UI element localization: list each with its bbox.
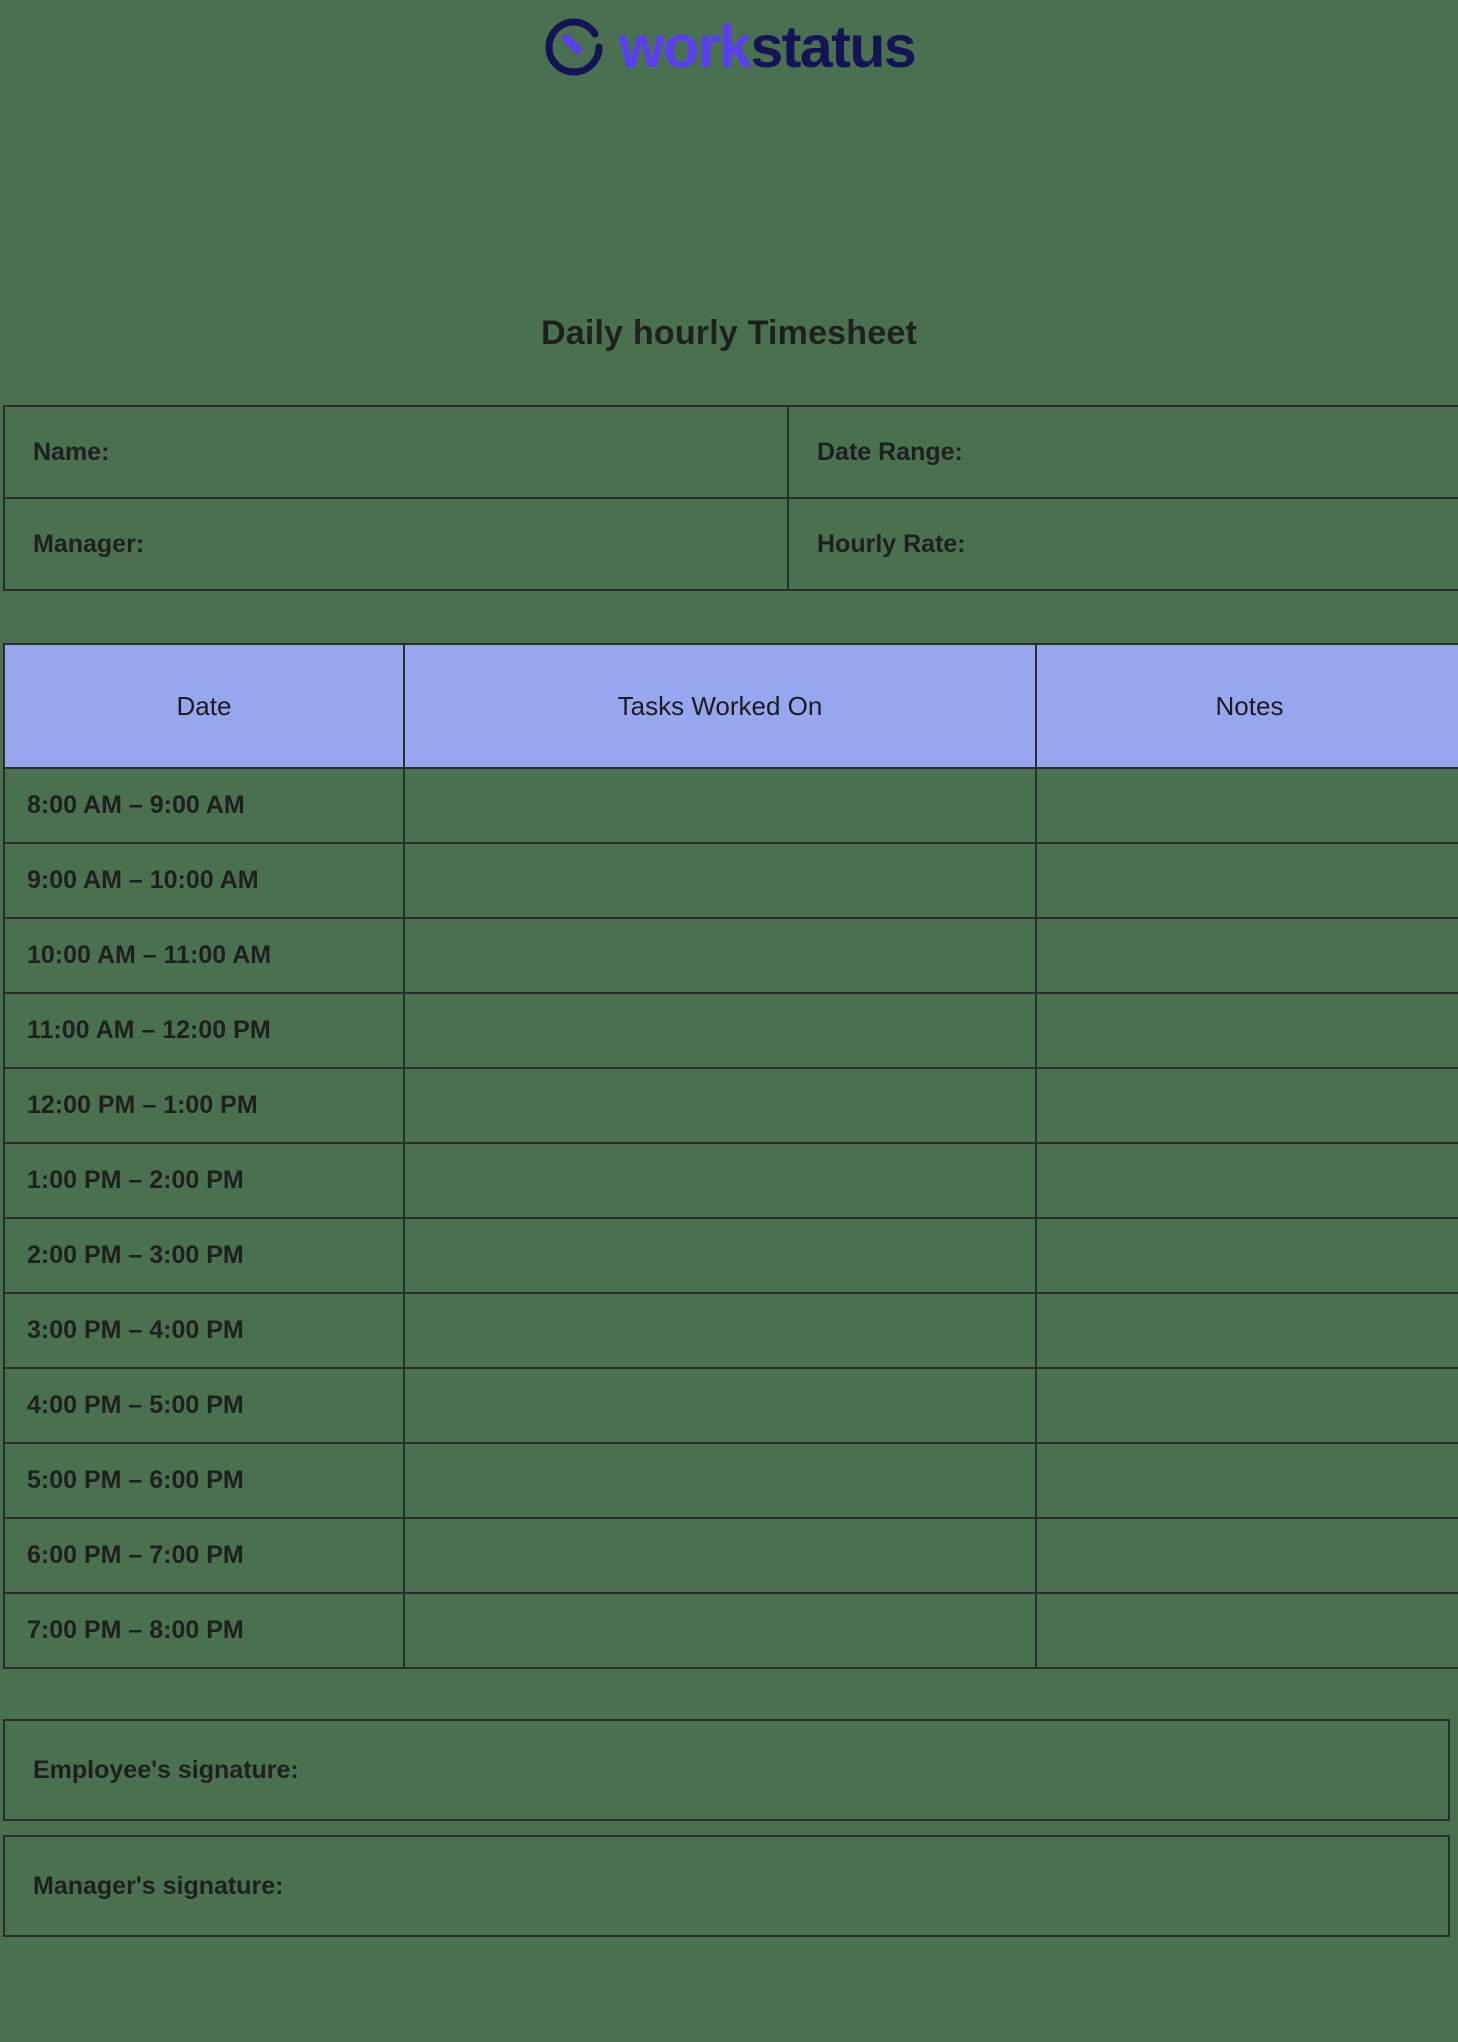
clock-icon — [543, 16, 605, 78]
manager-field-label[interactable]: Manager: — [3, 497, 789, 591]
cell-date: 12:00 PM – 1:00 PM — [3, 1067, 405, 1144]
brand-word-status: status — [750, 13, 916, 80]
cell-tasks[interactable] — [403, 992, 1037, 1069]
info-row-manager: Manager: Hourly Rate: — [3, 497, 1458, 591]
employee-info-table: Name: Date Range: Manager: Hourly Rate: — [3, 405, 1458, 591]
cell-notes[interactable] — [1035, 1142, 1458, 1219]
cell-tasks[interactable] — [403, 1067, 1037, 1144]
table-row: 6:00 PM – 7:00 PM — [3, 1517, 1458, 1594]
column-header-date: Date — [3, 643, 405, 769]
table-row: 5:00 PM – 6:00 PM — [3, 1442, 1458, 1519]
cell-notes[interactable] — [1035, 1517, 1458, 1594]
signature-spacer — [0, 1821, 1458, 1835]
column-header-notes: Notes — [1035, 643, 1458, 769]
cell-notes[interactable] — [1035, 992, 1458, 1069]
cell-tasks[interactable] — [403, 917, 1037, 994]
brand-wordmark: workstatus — [619, 17, 917, 77]
info-row-name: Name: Date Range: — [3, 405, 1458, 499]
cell-notes[interactable] — [1035, 917, 1458, 994]
cell-tasks[interactable] — [403, 1517, 1037, 1594]
table-row: 1:00 PM – 2:00 PM — [3, 1142, 1458, 1219]
employee-signature-table: Employee's signature: — [3, 1719, 1450, 1821]
cell-date: 6:00 PM – 7:00 PM — [3, 1517, 405, 1594]
cell-notes[interactable] — [1035, 1067, 1458, 1144]
cell-date: 5:00 PM – 6:00 PM — [3, 1442, 405, 1519]
cell-tasks[interactable] — [403, 1442, 1037, 1519]
signature-row-manager: Manager's signature: — [3, 1835, 1450, 1937]
cell-notes[interactable] — [1035, 1442, 1458, 1519]
cell-date: 4:00 PM – 5:00 PM — [3, 1367, 405, 1444]
cell-notes[interactable] — [1035, 767, 1458, 844]
cell-tasks[interactable] — [403, 842, 1037, 919]
timesheet-page: workstatus Daily hourly Timesheet Name: … — [0, 0, 1458, 2042]
timesheet-header-row: Date Tasks Worked On Notes — [3, 643, 1458, 769]
employee-signature-label[interactable]: Employee's signature: — [3, 1719, 1450, 1821]
column-header-tasks: Tasks Worked On — [403, 643, 1037, 769]
cell-date: 9:00 AM – 10:00 AM — [3, 842, 405, 919]
page-title: Daily hourly Timesheet — [540, 314, 917, 352]
cell-notes[interactable] — [1035, 1217, 1458, 1294]
table-row: 10:00 AM – 11:00 AM — [3, 917, 1458, 994]
cell-tasks[interactable] — [403, 767, 1037, 844]
cell-tasks[interactable] — [403, 1292, 1037, 1369]
cell-tasks[interactable] — [403, 1217, 1037, 1294]
table-row: 9:00 AM – 10:00 AM — [3, 842, 1458, 919]
timesheet-body: 8:00 AM – 9:00 AM 9:00 AM – 10:00 AM 10:00… — [3, 767, 1458, 1669]
name-field-label[interactable]: Name: — [3, 405, 789, 499]
cell-date: 1:00 PM – 2:00 PM — [3, 1142, 405, 1219]
cell-date: 3:00 PM – 4:00 PM — [3, 1292, 405, 1369]
table-row: 11:00 AM – 12:00 PM — [3, 992, 1458, 1069]
cell-date: 8:00 AM – 9:00 AM — [3, 767, 405, 844]
manager-signature-label[interactable]: Manager's signature: — [3, 1835, 1450, 1937]
hourly-rate-field-label[interactable]: Hourly Rate: — [787, 497, 1458, 591]
cell-notes[interactable] — [1035, 1592, 1458, 1669]
table-row: 12:00 PM – 1:00 PM — [3, 1067, 1458, 1144]
cell-tasks[interactable] — [403, 1592, 1037, 1669]
manager-signature-table: Manager's signature: — [3, 1835, 1450, 1937]
date-range-field-label[interactable]: Date Range: — [787, 405, 1458, 499]
table-row: 7:00 PM – 8:00 PM — [3, 1592, 1458, 1669]
brand-logo: workstatus — [0, 0, 1458, 86]
timesheet-table: Date Tasks Worked On Notes 8:00 AM – 9:0… — [3, 643, 1458, 1669]
cell-date: 11:00 AM – 12:00 PM — [3, 992, 405, 1069]
table-row: 4:00 PM – 5:00 PM — [3, 1367, 1458, 1444]
brand-word-work: work — [618, 13, 752, 80]
table-row: 2:00 PM – 3:00 PM — [3, 1217, 1458, 1294]
cell-notes[interactable] — [1035, 1367, 1458, 1444]
cell-notes[interactable] — [1035, 842, 1458, 919]
cell-date: 10:00 AM – 11:00 AM — [3, 917, 405, 994]
signature-row-employee: Employee's signature: — [3, 1719, 1450, 1821]
cell-date: 7:00 PM – 8:00 PM — [3, 1592, 405, 1669]
cell-notes[interactable] — [1035, 1292, 1458, 1369]
cell-tasks[interactable] — [403, 1142, 1037, 1219]
cell-tasks[interactable] — [403, 1367, 1037, 1444]
table-row: 8:00 AM – 9:00 AM — [3, 767, 1458, 844]
table-row: 3:00 PM – 4:00 PM — [3, 1292, 1458, 1369]
cell-date: 2:00 PM – 3:00 PM — [3, 1217, 405, 1294]
